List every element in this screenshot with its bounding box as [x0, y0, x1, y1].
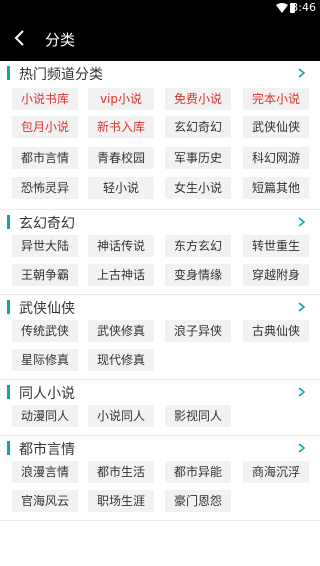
- page-title: 分类: [45, 31, 76, 49]
- section-header[interactable]: 玄幻奇幻: [0, 210, 320, 234]
- category-tag[interactable]: 军事历史: [165, 147, 231, 169]
- category-tag[interactable]: 古典仙侠: [243, 320, 309, 342]
- category-tag[interactable]: 影视同人: [165, 405, 231, 427]
- category-section: 热门频道分类小说书库 vip小说 免费小说 完本小说包月小说 新书入库 玄幻奇幻 武侠仙侠都…: [0, 61, 320, 210]
- status-time: 3:46: [291, 1, 316, 14]
- category-tag[interactable]: 完本小说: [243, 88, 309, 110]
- category-tag[interactable]: 武侠修真: [88, 320, 154, 342]
- section-title: 热门频道分类: [19, 67, 103, 83]
- category-tag[interactable]: 短篇其他: [243, 177, 309, 199]
- category-tag[interactable]: 王朝争霸: [12, 264, 78, 286]
- category-tag[interactable]: 异世大陆: [12, 235, 78, 257]
- category-tag[interactable]: 官海风云: [12, 490, 78, 512]
- category-tag[interactable]: 传统武侠: [12, 320, 78, 342]
- category-tag[interactable]: 恐怖灵异: [12, 177, 78, 199]
- category-tag[interactable]: 上古神话: [88, 264, 154, 286]
- category-section: 武侠仙侠传统武侠 武侠修真 浪子异侠 古典仙侠星际修真 现代修真: [0, 295, 320, 380]
- app-bar: 分类: [0, 16, 320, 61]
- category-section: 玄幻奇幻异世大陆 神话传说 东方玄幻 转世重生王朝争霸 上古神话 变身情缘 穿越附身: [0, 210, 320, 295]
- category-tag[interactable]: 动漫同人: [12, 405, 78, 427]
- status-bar: 3:46: [0, 0, 320, 16]
- section-accent-bar: [7, 215, 10, 229]
- section-title: 玄幻奇幻: [19, 216, 75, 232]
- category-tag[interactable]: vip小说: [88, 88, 154, 110]
- category-list: 热门频道分类 小说书库 vip小说 免费小说 完本小说 包月小说 新书入库 玄幻奇幻 武侠仙侠都…: [0, 61, 320, 521]
- chevron-right-icon[interactable]: [298, 68, 306, 78]
- category-tag[interactable]: 玄幻奇幻: [165, 116, 231, 138]
- category-tag[interactable]: 穿越附身: [243, 264, 309, 286]
- category-tag[interactable]: 都市异能: [165, 461, 231, 483]
- category-section: 同人小说动漫同人 小说同人 影视同人: [0, 380, 320, 436]
- category-tag[interactable]: 新书入库: [88, 116, 154, 138]
- chevron-right-icon[interactable]: [298, 443, 306, 453]
- category-tag[interactable]: 轻小说: [88, 177, 154, 199]
- section-accent-bar: [7, 385, 10, 399]
- category-section: 都市言情浪漫言情 都市生活 都市异能 商海沉浮官海风云 职场生涯 豪门恩怨: [0, 436, 320, 521]
- section-accent-bar: [7, 300, 10, 314]
- category-tag[interactable]: 浪子异侠: [165, 320, 231, 342]
- back-arrow-icon[interactable]: [12, 30, 28, 46]
- category-tag[interactable]: 免费小说: [165, 88, 231, 110]
- category-tag[interactable]: 女生小说: [165, 177, 231, 199]
- chevron-right-icon[interactable]: [298, 387, 306, 397]
- category-tag[interactable]: 神话传说: [88, 235, 154, 257]
- category-tag[interactable]: 小说书库: [12, 88, 78, 110]
- section-title: 武侠仙侠: [19, 301, 75, 317]
- category-tag[interactable]: 青春校园: [88, 147, 154, 169]
- category-tag[interactable]: 都市言情: [12, 147, 78, 169]
- category-tag[interactable]: 变身情缘: [165, 264, 231, 286]
- section-header[interactable]: 武侠仙侠: [0, 295, 320, 319]
- section-header[interactable]: 都市言情: [0, 436, 320, 460]
- section-header[interactable]: 同人小说: [0, 380, 320, 404]
- category-tag[interactable]: 包月小说: [12, 116, 78, 138]
- category-tag[interactable]: 职场生涯: [88, 490, 154, 512]
- category-tag[interactable]: 东方玄幻: [165, 235, 231, 257]
- category-tag[interactable]: 都市生活: [88, 461, 154, 483]
- wifi-icon: [276, 3, 288, 13]
- category-tag[interactable]: 豪门恩怨: [165, 490, 231, 512]
- category-tag[interactable]: 现代修真: [88, 349, 154, 371]
- section-title: 都市言情: [19, 442, 75, 458]
- section-accent-bar: [7, 66, 10, 80]
- category-tag[interactable]: 商海沉浮: [243, 461, 309, 483]
- section-accent-bar: [7, 441, 10, 455]
- category-tag[interactable]: 武侠仙侠: [243, 116, 309, 138]
- category-tag[interactable]: 小说同人: [88, 405, 154, 427]
- section-title: 同人小说: [19, 386, 75, 402]
- category-tag[interactable]: 转世重生: [243, 235, 309, 257]
- chevron-right-icon[interactable]: [298, 302, 306, 312]
- category-tag[interactable]: 星际修真: [12, 349, 78, 371]
- section-header[interactable]: 热门频道分类: [0, 61, 320, 85]
- category-tag[interactable]: 浪漫言情: [12, 461, 78, 483]
- category-tag[interactable]: 科幻网游: [243, 147, 309, 169]
- chevron-right-icon[interactable]: [298, 217, 306, 227]
